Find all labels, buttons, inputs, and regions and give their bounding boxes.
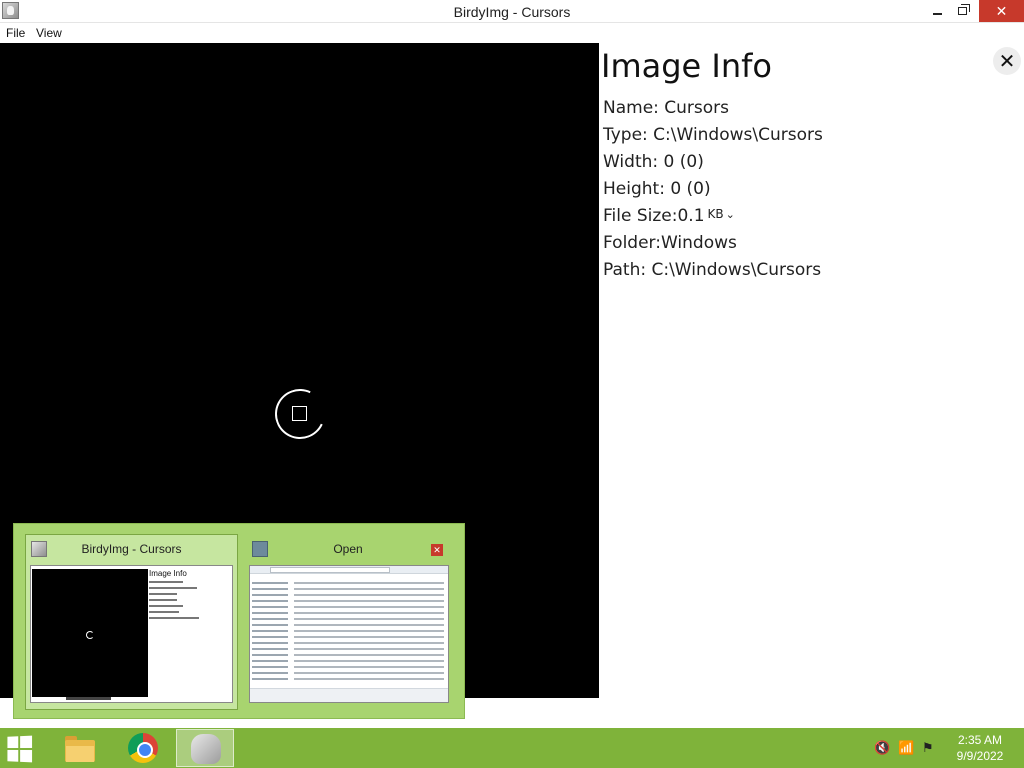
thumbnail-line	[149, 593, 177, 595]
preview-birdyimg[interactable]: BirdyImg - Cursors Image Info	[25, 534, 238, 710]
thumbnail-viewer	[32, 569, 148, 697]
thumbnail-info-title: Image Info	[149, 569, 187, 578]
thumbnail-toolbar	[66, 697, 111, 700]
info-file-size: File Size:0.1 KB ⌄	[603, 206, 735, 226]
window-title: BirdyImg - Cursors	[453, 4, 571, 20]
menu-view[interactable]: View	[36, 26, 62, 40]
thumbnail-line	[149, 605, 183, 607]
start-tile	[20, 735, 33, 749]
file-size-unit: KB	[707, 207, 724, 221]
close-icon: ✕	[998, 50, 1016, 73]
info-height: Height: 0 (0)	[603, 179, 711, 199]
start-tile	[7, 749, 19, 762]
restore-button[interactable]	[945, 0, 979, 22]
preview-open-dialog[interactable]: Open ✕	[246, 534, 450, 710]
network-icon[interactable]: 📶	[898, 740, 914, 756]
info-name: Name: Cursors	[603, 98, 730, 118]
thumbnail-line	[149, 581, 183, 583]
birdyimg-taskbar-button[interactable]	[176, 729, 234, 767]
windows-start-icon[interactable]	[7, 735, 42, 763]
info-title: Image Info	[601, 47, 772, 85]
image-info-panel: Image Info ✕ Name: Cursors Type: C:\Wind…	[599, 43, 1024, 698]
thumbnail-footer	[250, 688, 448, 702]
close-button[interactable]: ✕	[979, 0, 1024, 22]
preview-thumbnail	[249, 565, 449, 703]
thumbnail-address-field	[270, 567, 390, 573]
clock-time[interactable]: 2:35 AM	[950, 733, 1010, 747]
info-width: Width: 0 (0)	[603, 152, 704, 172]
thumbnail-line	[149, 611, 179, 613]
file-size-unit-select[interactable]: KB ⌄	[708, 207, 735, 221]
preview-close-button[interactable]: ✕	[431, 544, 443, 556]
close-icon: ✕	[995, 2, 1008, 19]
taskbar: 🔇 📶 ⚑ 2:35 AM 9/9/2022	[0, 728, 1024, 768]
loading-spinner-icon	[86, 631, 94, 639]
folder-front	[66, 746, 94, 762]
info-path: Path: C:\Windows\Cursors	[603, 260, 822, 280]
chevron-down-icon: ⌄	[725, 208, 735, 221]
action-center-flag-icon[interactable]: ⚑	[922, 740, 934, 756]
start-tile	[7, 736, 19, 749]
info-folder: Folder:Windows	[603, 233, 737, 253]
menu-bar: File View	[0, 23, 1024, 43]
chrome-icon[interactable]	[128, 733, 158, 763]
title-bar: BirdyImg - Cursors ✕	[0, 0, 1024, 23]
menu-file[interactable]: File	[6, 26, 25, 40]
preview-title: BirdyImg - Cursors	[81, 542, 182, 556]
thumbnail-line	[149, 617, 199, 619]
preview-thumbnail: Image Info	[30, 565, 233, 703]
preview-title: Open	[333, 542, 363, 556]
thumbnail-file-list	[294, 578, 444, 688]
minimize-icon	[932, 13, 942, 15]
stop-icon	[292, 406, 307, 421]
taskbar-preview-flyout: BirdyImg - Cursors Image Info Open ✕	[13, 523, 465, 719]
file-explorer-icon[interactable]	[63, 732, 97, 764]
restore-icon	[957, 4, 970, 15]
thumbnail-address-bar	[250, 566, 448, 574]
start-tile	[20, 749, 33, 763]
thumbnail-line	[149, 599, 177, 601]
info-close-button[interactable]: ✕	[993, 47, 1021, 75]
clock-date[interactable]: 9/9/2022	[950, 749, 1010, 763]
info-type: Type: C:\Windows\Cursors	[603, 125, 823, 145]
thumbnail-navigation-pane	[252, 578, 288, 688]
thumbnail-line	[149, 587, 197, 589]
birdyimg-icon	[191, 734, 221, 764]
file-size-value: File Size:0.1	[603, 206, 705, 226]
speaker-muted-icon[interactable]: 🔇	[874, 740, 890, 756]
